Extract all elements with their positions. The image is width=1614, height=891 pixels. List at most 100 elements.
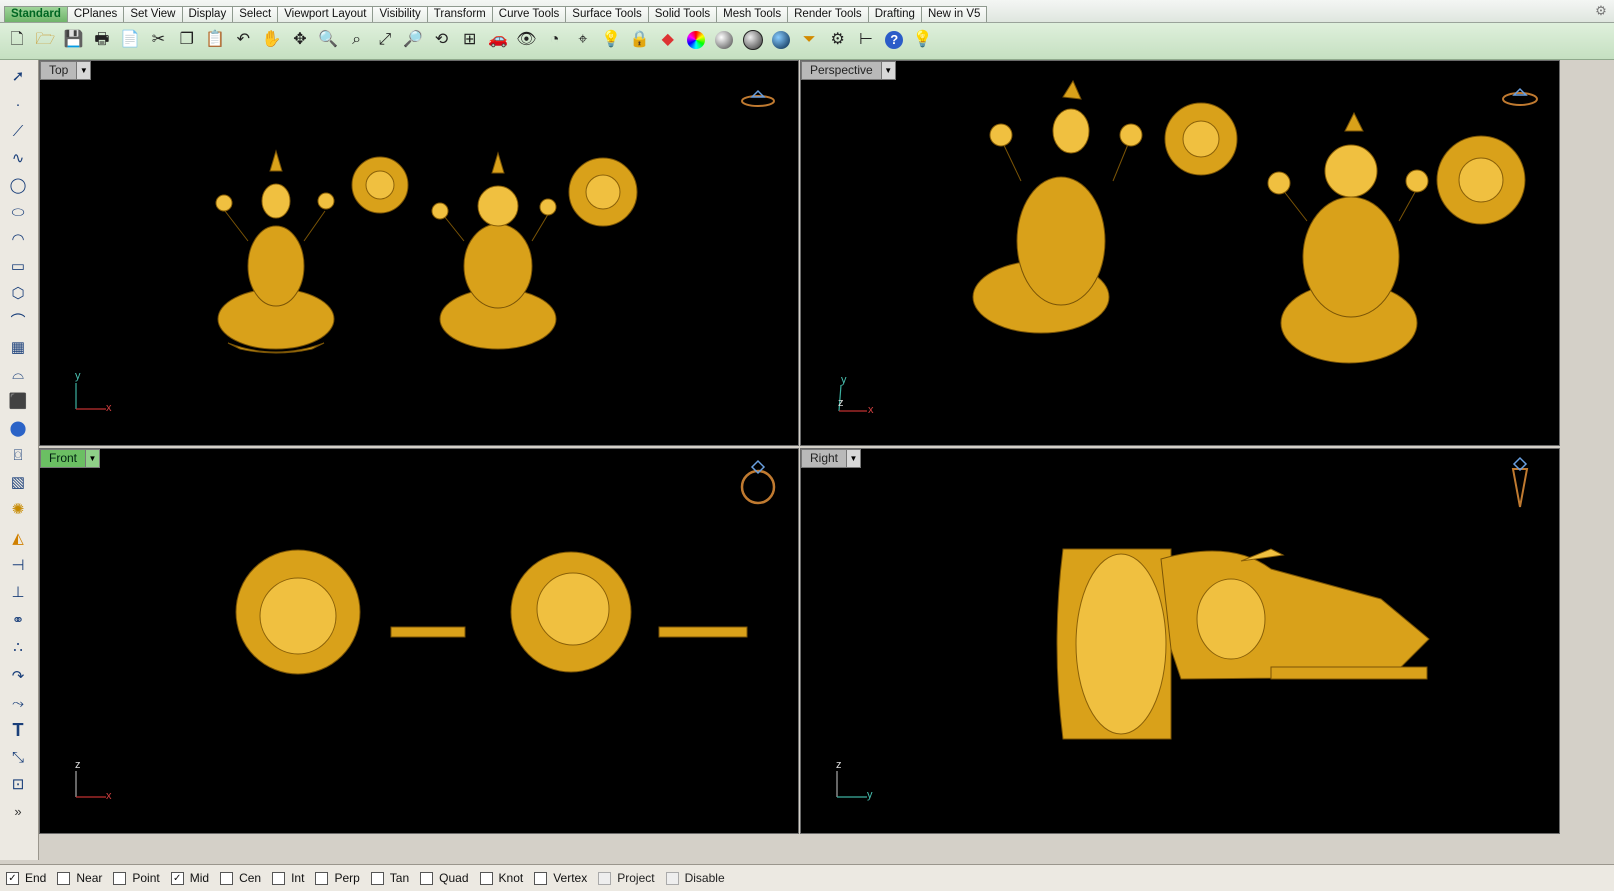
polyline-icon[interactable]: ⟋ <box>5 119 31 143</box>
tab-set-view[interactable]: Set View <box>123 6 183 22</box>
tab-cplanes[interactable]: CPlanes <box>66 6 125 22</box>
blue-sphere-icon[interactable] <box>768 27 794 53</box>
scale-icon[interactable]: ⤡ <box>5 745 31 769</box>
zoom-window-icon[interactable]: 🔍 <box>315 27 341 53</box>
four-views-icon[interactable]: ⊞ <box>457 27 483 53</box>
checkbox-tan[interactable] <box>370 871 384 885</box>
curve-icon[interactable]: ∿ <box>5 146 31 170</box>
osnap-tan[interactable]: Tan <box>370 871 409 885</box>
osnap-perp[interactable]: Perp <box>315 871 360 885</box>
checkbox-perp[interactable] <box>315 871 329 885</box>
bulb-settings-icon[interactable]: 💡 <box>910 27 936 53</box>
text-icon[interactable]: T <box>5 718 31 742</box>
select-arrow-icon[interactable]: ➚ <box>5 64 31 88</box>
checkbox-cen[interactable] <box>220 871 234 885</box>
viewport-top[interactable]: Top ▼ y x <box>39 60 799 446</box>
zoom-selected-icon[interactable]: 🔎 <box>400 27 426 53</box>
paste-icon[interactable]: 📋 <box>202 27 228 53</box>
layer-icon[interactable]: ◆ <box>655 27 681 53</box>
checkbox-mid[interactable]: ✓ <box>170 871 184 885</box>
lock-icon[interactable]: 🔒 <box>627 27 653 53</box>
car-icon[interactable]: 🚗 <box>485 27 511 53</box>
group-icon[interactable]: ⊡ <box>5 772 31 796</box>
copy-icon[interactable]: ❐ <box>174 27 200 53</box>
tab-display[interactable]: Display <box>181 6 234 22</box>
viewport-perspective[interactable]: Perspective ▼ y z x <box>800 60 1560 446</box>
osnap-quad[interactable]: Quad <box>420 871 469 885</box>
undo-icon[interactable]: ↶ <box>230 27 256 53</box>
arc-icon[interactable]: ◠ <box>5 227 31 251</box>
osnap-cen[interactable]: Cen <box>220 871 261 885</box>
osnap-vertex[interactable]: Vertex <box>534 871 587 885</box>
osnap-int[interactable]: Int <box>272 871 304 885</box>
tab-mesh-tools[interactable]: Mesh Tools <box>716 6 789 22</box>
boolean-icon[interactable]: ⚭ <box>5 608 31 632</box>
zoom-dynamic-icon[interactable]: ⌕ <box>344 27 370 53</box>
checkbox-int[interactable] <box>272 871 286 885</box>
tab-new-in-v5[interactable]: New in V5 <box>920 6 988 22</box>
split-icon[interactable]: ⊣ <box>5 553 31 577</box>
circle-icon[interactable]: ◯ <box>5 173 31 197</box>
checkbox-knot[interactable] <box>479 871 493 885</box>
color-wheel-icon[interactable] <box>683 27 709 53</box>
filter-icon[interactable]: ⏷ <box>796 27 822 53</box>
osnap-disable[interactable]: Disable <box>665 871 725 885</box>
checkbox-project[interactable] <box>598 871 612 885</box>
rectangle-icon[interactable]: ▭ <box>5 254 31 278</box>
checkbox-near[interactable] <box>57 871 71 885</box>
curve-edit-icon[interactable]: ↷ <box>5 664 31 688</box>
more-icon[interactable]: » <box>5 799 31 823</box>
box-icon[interactable]: ⬛ <box>5 389 31 413</box>
tab-render-tools[interactable]: Render Tools <box>787 6 869 22</box>
rotate-icon[interactable]: ⟲ <box>428 27 454 53</box>
pan-icon[interactable]: ✋ <box>259 27 285 53</box>
tab-drafting[interactable]: Drafting <box>867 6 922 22</box>
tab-viewport-layout[interactable]: Viewport Layout <box>277 6 374 22</box>
viewport-right[interactable]: Right ▼ z y <box>800 448 1560 834</box>
help-icon[interactable]: ? <box>881 27 907 53</box>
osnap-point[interactable]: Point <box>113 871 160 885</box>
tab-surface-tools[interactable]: Surface Tools <box>565 6 649 22</box>
explode-icon[interactable]: ∴ <box>5 635 31 659</box>
osnap-end[interactable]: ✓ End <box>6 871 46 885</box>
surface-icon[interactable]: ▦ <box>5 335 31 359</box>
snap-icon[interactable]: ⌖ <box>570 27 596 53</box>
settings-icon[interactable]: ⚙ <box>825 27 851 53</box>
light-bulb-icon[interactable]: 💡 <box>598 27 624 53</box>
zoom-extents-icon[interactable]: ⤢ <box>372 27 398 53</box>
osnap-project[interactable]: Project <box>598 871 655 885</box>
new-file-icon[interactable]: 🗋 <box>4 27 30 53</box>
checkbox-end[interactable]: ✓ <box>6 871 19 885</box>
trim-icon[interactable]: ⊥ <box>5 580 31 604</box>
tab-standard[interactable]: Standard <box>4 6 68 22</box>
open-file-icon[interactable]: 🗁 <box>32 27 58 53</box>
eye-icon[interactable]: 👁 <box>513 27 539 53</box>
cylinder-icon[interactable]: ⌼ <box>5 443 31 467</box>
tab-select[interactable]: Select <box>232 6 279 22</box>
osnap-knot[interactable]: Knot <box>479 871 523 885</box>
gear-icon[interactable]: ⚙ <box>1594 4 1608 18</box>
sphere-icon[interactable]: ⬤ <box>5 416 31 440</box>
tab-visibility[interactable]: Visibility <box>372 6 428 22</box>
checkbox-disable[interactable] <box>665 871 679 885</box>
transform-icon[interactable]: ✺ <box>5 497 31 521</box>
checkbox-vertex[interactable] <box>534 871 548 885</box>
tab-transform[interactable]: Transform <box>426 6 493 22</box>
blend-icon[interactable]: ⤳ <box>5 691 31 715</box>
osnap-mid[interactable]: ✓ Mid <box>170 871 209 885</box>
viewport-front[interactable]: Front ▼ z x <box>39 448 799 834</box>
rendered-sphere-icon[interactable] <box>740 27 766 53</box>
surface-edit-icon[interactable]: ▧ <box>5 470 31 494</box>
save-icon[interactable]: 💾 <box>61 27 87 53</box>
cplane-icon[interactable]: ◔ <box>542 27 568 53</box>
fillet-icon[interactable]: ⌒ <box>5 308 31 332</box>
tab-curve-tools[interactable]: Curve Tools <box>491 6 567 22</box>
dimension-icon[interactable]: ⊢ <box>853 27 879 53</box>
point-icon[interactable]: · <box>5 92 31 116</box>
import-icon[interactable]: 📄 <box>117 27 143 53</box>
checkbox-point[interactable] <box>113 871 127 885</box>
loft-icon[interactable]: ⌓ <box>5 362 31 386</box>
gumball-icon[interactable]: ◭ <box>5 526 31 550</box>
cut-icon[interactable]: ✂ <box>145 27 171 53</box>
rotate-view-icon[interactable]: ✥ <box>287 27 313 53</box>
